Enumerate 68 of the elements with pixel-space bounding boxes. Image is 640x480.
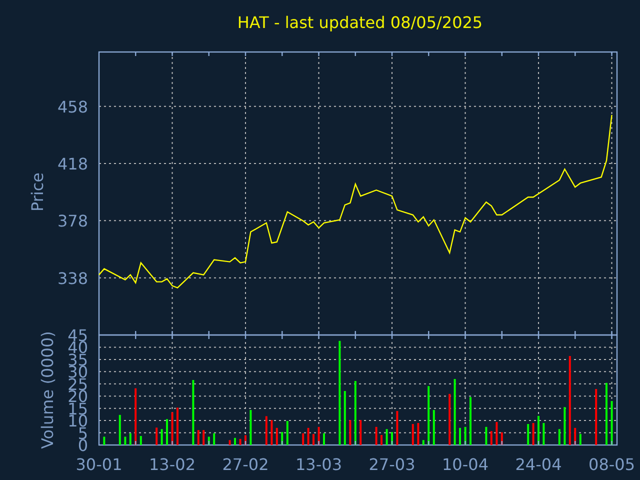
volume-bar: [396, 411, 398, 445]
volume-bar: [412, 424, 414, 445]
axis-tick-label: 13-02: [149, 455, 196, 474]
volume-bar: [344, 391, 346, 445]
volume-bar: [375, 426, 378, 445]
volume-bar: [542, 423, 545, 445]
volume-bar: [464, 426, 466, 445]
volume-bar: [265, 416, 268, 445]
volume-bar: [564, 407, 566, 445]
volume-bar: [302, 433, 304, 445]
axis-tick-label: 458: [57, 97, 88, 116]
axis-tick-label: 13-03: [296, 455, 342, 474]
axis-tick-label: 418: [57, 154, 88, 174]
axis-tick-label: 10-04: [442, 455, 489, 474]
volume-bar: [156, 428, 158, 445]
volume-bar: [124, 436, 126, 445]
volume-bar: [276, 428, 278, 445]
volume-bar: [360, 420, 362, 445]
volume-bar: [307, 428, 310, 445]
volume-bar: [496, 422, 498, 445]
volume-bar: [485, 426, 488, 445]
volume-bar: [270, 420, 273, 445]
volume-bar: [208, 436, 210, 445]
volume-bar: [140, 436, 142, 445]
volume-bar: [422, 440, 424, 445]
volume-bar: [129, 433, 132, 445]
volume-bar: [103, 436, 106, 445]
axis-tick-label: 378: [57, 212, 88, 231]
volume-bar: [428, 386, 430, 445]
volume-bar: [281, 432, 284, 445]
volume-bar: [134, 388, 137, 445]
axis-tick-label: 24-04: [515, 455, 562, 474]
volume-bar: [432, 410, 435, 445]
volume-bar: [197, 430, 200, 445]
volume-bar: [286, 421, 288, 445]
chart-title: HAT - last updated 08/05/2025: [237, 13, 483, 33]
volume-bar: [213, 433, 216, 445]
axis-tick-label: 30-01: [76, 455, 122, 474]
volume-bar: [417, 423, 420, 445]
volume-bar: [574, 428, 576, 445]
volume-bar: [250, 410, 252, 445]
volume-bar: [532, 423, 534, 445]
volume-bar: [610, 401, 613, 445]
axis-tick-label: 27-03: [368, 455, 416, 474]
volume-bar: [318, 426, 320, 445]
volume-bar: [202, 430, 205, 445]
volume-bar: [579, 434, 582, 445]
axis-tick-label: 27-02: [222, 455, 269, 474]
volume-bar: [595, 389, 598, 445]
volume-bar: [192, 380, 194, 445]
axis-tick-label: 338: [57, 268, 88, 288]
volume-bar: [527, 424, 530, 445]
volume-bar: [239, 438, 242, 445]
volume-bar: [228, 440, 231, 445]
volume-bar: [354, 381, 356, 445]
volume-bar: [454, 379, 456, 445]
volume-bar: [490, 431, 492, 445]
volume-bar: [349, 420, 352, 445]
volume-bar: [171, 412, 174, 445]
axis-title: Volume (0000): [38, 331, 57, 449]
axis-title: Price: [28, 172, 47, 212]
volume-bar: [558, 429, 560, 445]
volume-bar: [500, 432, 503, 445]
axis-tick-label: 08-05: [588, 455, 636, 474]
volume-bar: [448, 394, 451, 445]
volume-bar: [386, 429, 388, 445]
volume-bar: [118, 414, 121, 445]
volume-bar: [160, 429, 163, 445]
